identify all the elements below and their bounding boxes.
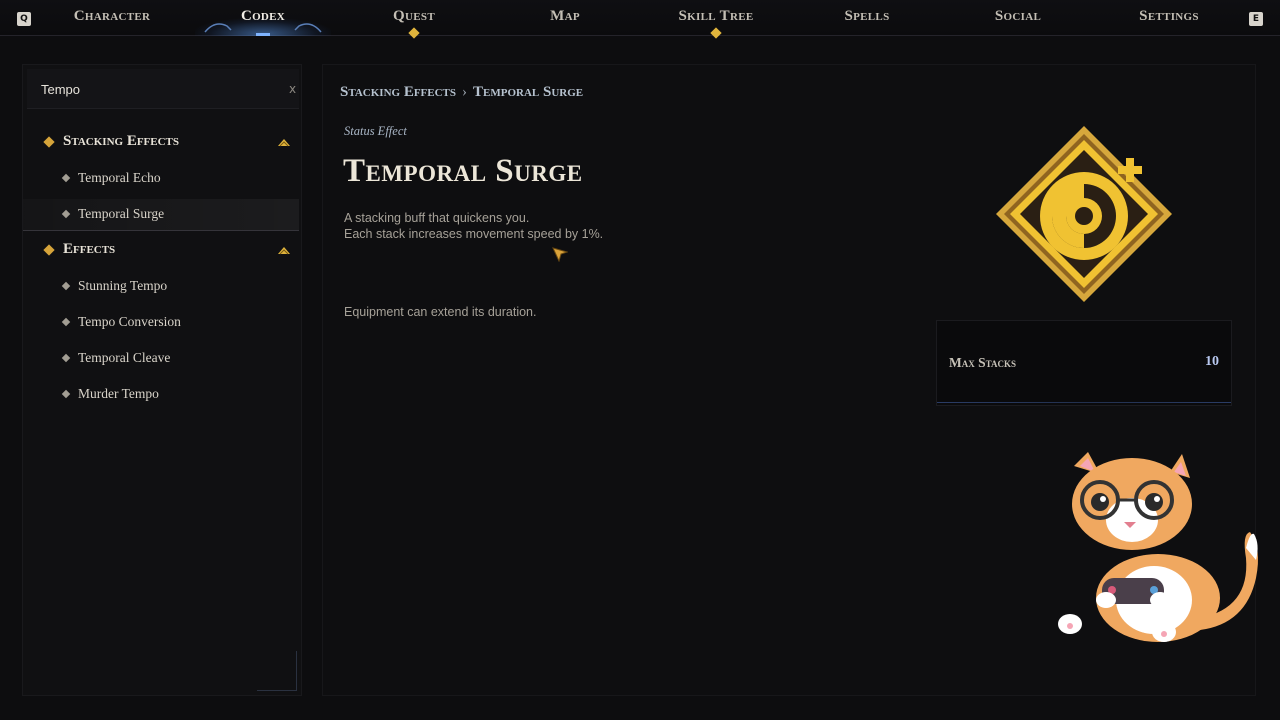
spiral-rune-icon <box>996 126 1172 302</box>
category-label: Stacking Effects <box>63 133 180 149</box>
category-effects[interactable]: Effects <box>23 236 299 266</box>
list-item-temporal-cleave[interactable]: Temporal Cleave <box>23 343 299 375</box>
tab-settings[interactable]: Settings <box>1104 0 1234 36</box>
prev-tab-key-hint[interactable]: Q <box>17 12 31 26</box>
stats-box: Max Stacks 10 <box>936 320 1232 406</box>
bullet-icon <box>61 389 71 399</box>
tab-label: Quest <box>393 8 435 24</box>
list-item-label: Murder Tempo <box>78 386 159 401</box>
panel-corner-ornament <box>257 651 297 691</box>
top-nav-bar: Q Character Codex Quest Map Skill Tree S… <box>0 0 1280 39</box>
breadcrumb-item: Temporal Surge <box>473 84 584 100</box>
search-field[interactable]: Tempo x <box>27 69 299 109</box>
notification-dot-icon <box>710 27 722 39</box>
chevron-up-icon[interactable] <box>277 137 291 147</box>
active-tab-indicator <box>256 33 270 36</box>
tab-map[interactable]: Map <box>500 0 630 36</box>
cat-mascot-image <box>1058 452 1258 642</box>
stat-value-max-stacks: 10 <box>1205 354 1219 369</box>
tab-codex[interactable]: Codex <box>195 0 331 36</box>
tab-character[interactable]: Character <box>47 0 177 36</box>
list-item-tempo-conversion[interactable]: Tempo Conversion <box>23 307 299 339</box>
tab-label: Map <box>550 8 580 24</box>
category-label: Effects <box>63 241 116 257</box>
list-item-label: Temporal Echo <box>78 170 161 185</box>
breadcrumb-separator: › <box>462 84 468 100</box>
bullet-icon <box>61 209 71 219</box>
category-diamond-icon <box>43 244 55 256</box>
entry-subtype: Status Effect <box>344 124 407 138</box>
bullet-icon <box>61 281 71 291</box>
entry-note: Equipment can extend its duration. <box>344 305 537 319</box>
chevron-up-icon[interactable] <box>277 245 291 255</box>
list-item-temporal-echo[interactable]: Temporal Echo <box>23 163 299 195</box>
next-tab-key-hint[interactable]: E <box>1249 12 1263 26</box>
tab-label: Character <box>73 8 151 24</box>
tab-label: Skill Tree <box>678 8 754 24</box>
tab-label: Spells <box>844 8 890 24</box>
entry-title: Temporal Surge <box>343 153 583 189</box>
stats-divider <box>937 402 1231 403</box>
bullet-icon <box>61 353 71 363</box>
entry-description-line-1: A stacking buff that quickens you. <box>344 211 530 225</box>
list-item-label: Temporal Surge <box>78 206 165 221</box>
codex-sidebar: Tempo x Stacking Effects Temporal Echo T… <box>22 64 302 696</box>
tab-label: Settings <box>1139 8 1199 24</box>
list-item-label: Temporal Cleave <box>78 350 171 365</box>
breadcrumb-item[interactable]: Stacking Effects <box>340 84 456 100</box>
bullet-icon <box>61 173 71 183</box>
tab-label: Social <box>994 8 1042 24</box>
list-item-temporal-surge[interactable]: Temporal Surge <box>23 199 299 231</box>
breadcrumb: Stacking Effects › Temporal Surge <box>340 84 583 101</box>
category-diamond-icon <box>43 136 55 148</box>
clear-search-button[interactable]: x <box>289 82 296 96</box>
tab-social[interactable]: Social <box>953 0 1083 36</box>
search-input[interactable]: Tempo <box>41 82 80 97</box>
tab-skill-tree[interactable]: Skill Tree <box>651 0 781 39</box>
bullet-icon <box>61 317 71 327</box>
notification-dot-icon <box>408 27 420 39</box>
list-item-stunning-tempo[interactable]: Stunning Tempo <box>23 271 299 303</box>
list-item-label: Stunning Tempo <box>78 278 168 293</box>
stat-label-max-stacks: Max Stacks <box>949 355 1016 370</box>
tab-quest[interactable]: Quest <box>349 0 479 39</box>
entry-description-line-2: Each stack increases movement speed by 1… <box>344 227 604 241</box>
list-item-murder-tempo[interactable]: Murder Tempo <box>23 379 299 411</box>
list-item-label: Tempo Conversion <box>78 314 181 329</box>
category-stacking-effects[interactable]: Stacking Effects <box>23 128 299 158</box>
tab-spells[interactable]: Spells <box>802 0 932 36</box>
tab-label: Codex <box>240 8 286 24</box>
mouse-cursor-icon <box>552 247 568 262</box>
